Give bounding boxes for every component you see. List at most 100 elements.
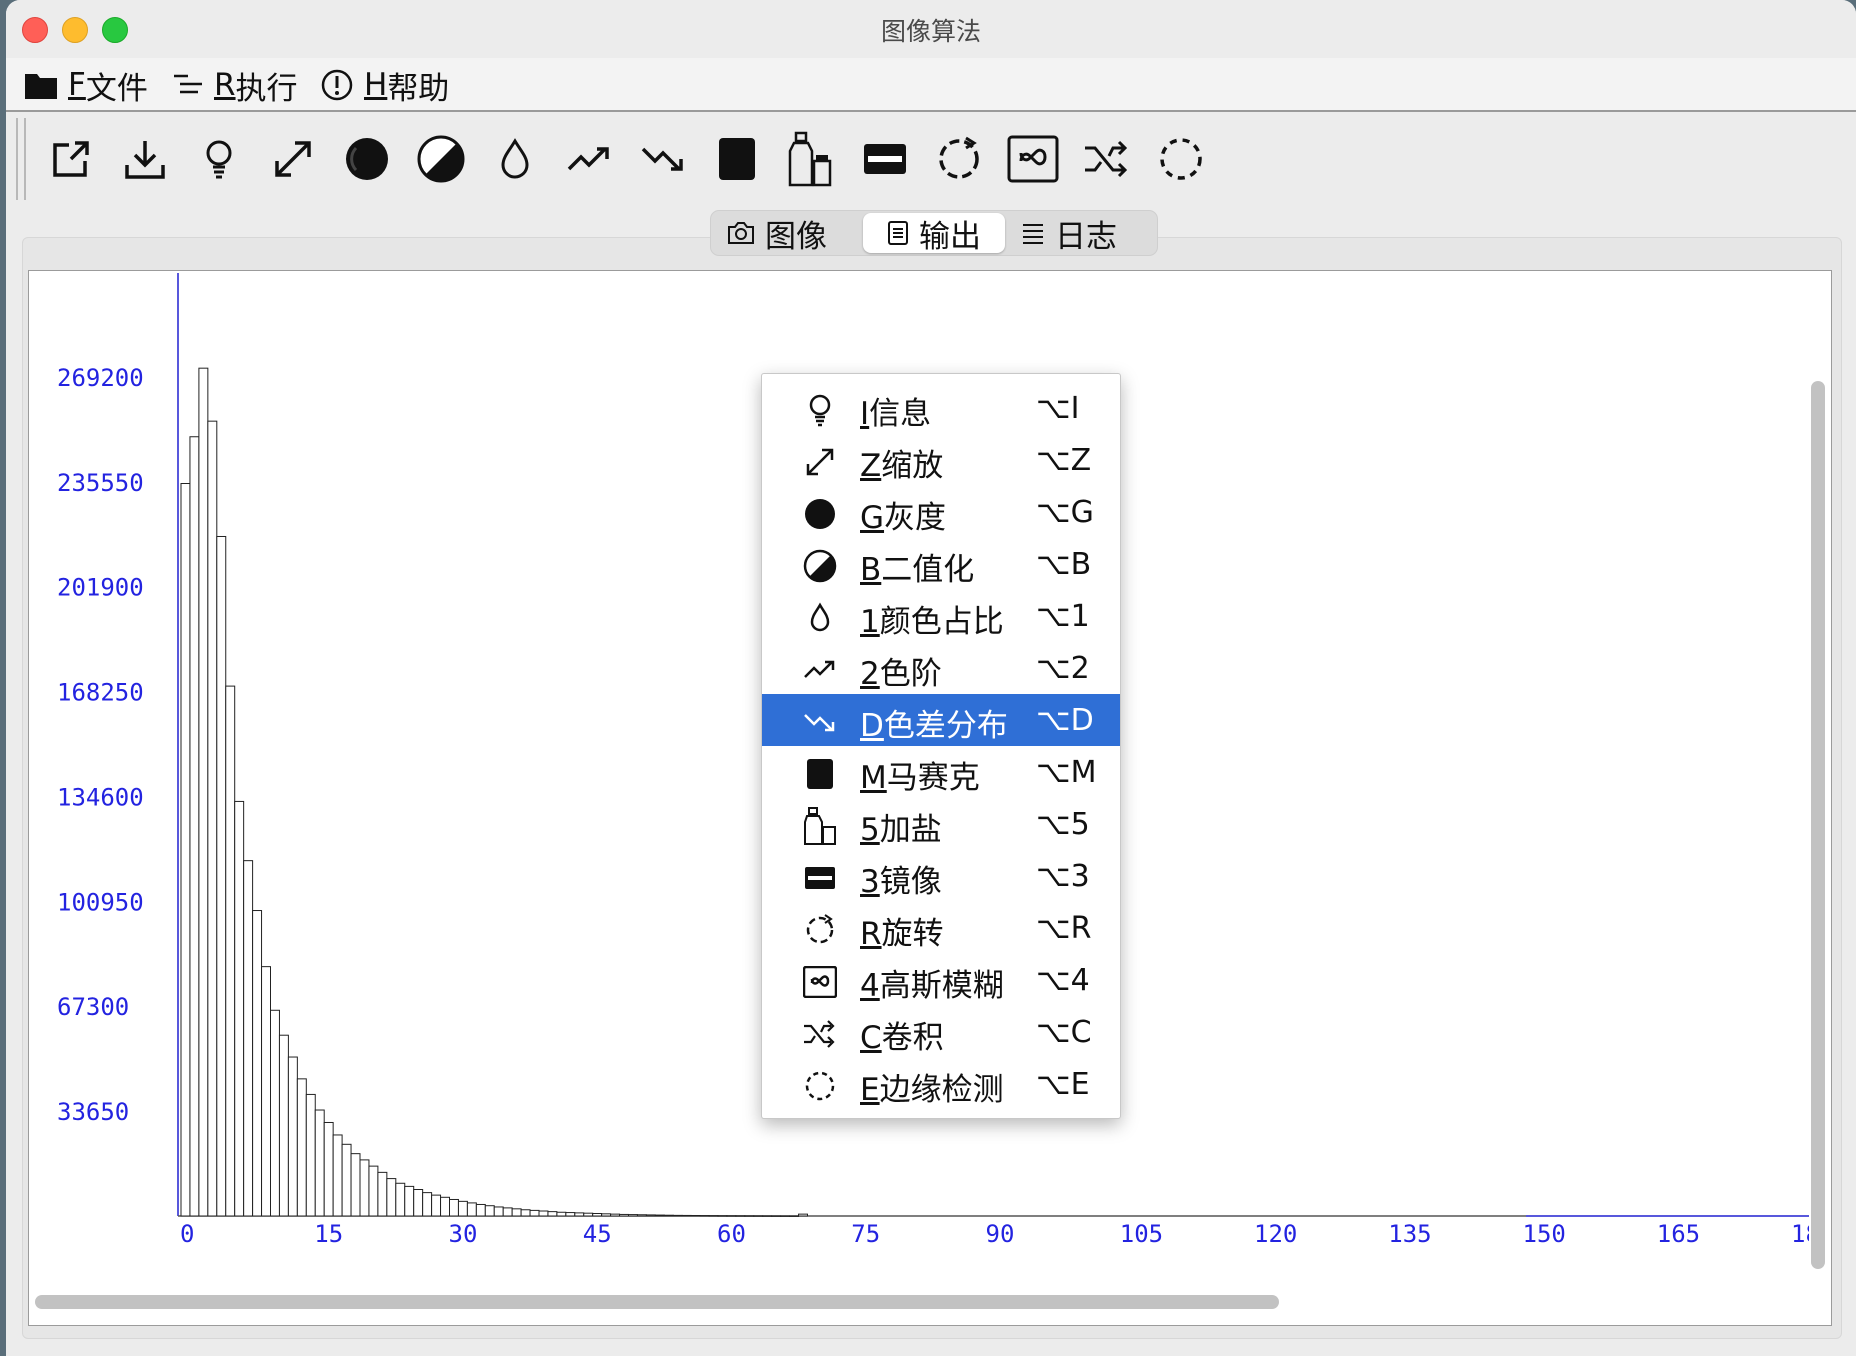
bulb-icon — [206, 140, 232, 179]
histogram-bar — [323, 1121, 334, 1217]
trend-up-icon — [567, 147, 609, 171]
menu-file[interactable]: F 文件 — [24, 66, 148, 107]
histogram-bar — [780, 1215, 791, 1217]
levels-button[interactable] — [560, 130, 618, 188]
color-ratio-button[interactable] — [486, 130, 544, 188]
resize-button[interactable] — [264, 130, 322, 188]
histogram-bar — [699, 1215, 710, 1217]
mirror-button[interactable] — [856, 130, 914, 188]
export-icon — [53, 141, 89, 177]
info-button[interactable] — [190, 130, 248, 188]
histogram-bar — [216, 535, 227, 1217]
export-button[interactable] — [42, 130, 100, 188]
menu-run-label: 执行 — [235, 70, 298, 107]
vertical-scrollbar[interactable] — [1811, 381, 1825, 1269]
resize-icon — [275, 141, 311, 177]
histogram-bar — [449, 1198, 459, 1217]
edge-detection-button[interactable] — [1152, 130, 1210, 188]
menu-item-8[interactable]: 5加盐 ⌥5 — [762, 798, 1120, 850]
y-tick-label: 168250 — [57, 679, 144, 707]
histogram-bar — [583, 1212, 594, 1217]
menu-item-label: 1颜色占比 — [860, 604, 1004, 640]
menu-item-11[interactable]: 4高斯模糊 ⌥4 — [762, 954, 1120, 1006]
mosaic-button[interactable] — [708, 130, 766, 188]
menu-item-5[interactable]: 2色阶 ⌥2 — [762, 642, 1120, 694]
histogram-bar — [386, 1178, 397, 1217]
histogram-bar — [234, 800, 245, 1217]
menu-item-9[interactable]: 3镜像 ⌥3 — [762, 850, 1120, 902]
histogram-bar — [341, 1143, 352, 1217]
menu-item-label: Z缩放 — [860, 448, 944, 484]
menu-item-shortcut: ⌥R — [1036, 911, 1092, 946]
menu-item-shortcut: ⌥4 — [1036, 963, 1090, 998]
y-tick-label: 33650 — [57, 1098, 129, 1126]
menu-item-4[interactable]: 1颜色占比 ⌥1 — [762, 590, 1120, 642]
folder-icon — [25, 74, 57, 99]
menu-item-shortcut: ⌥3 — [1036, 859, 1090, 894]
title-bar: 图像算法 — [6, 0, 1856, 59]
convolution-button[interactable] — [1078, 130, 1136, 188]
histogram-bar — [771, 1215, 782, 1217]
histogram-bar — [457, 1200, 468, 1217]
histogram-bar — [502, 1207, 513, 1217]
x-tick-label: 60 — [717, 1220, 746, 1248]
histogram-bar — [511, 1208, 522, 1217]
gaussian-blur-button[interactable] — [1004, 130, 1062, 188]
horizontal-scrollbar[interactable] — [35, 1295, 1279, 1309]
salt-icon — [788, 131, 832, 187]
histogram-bar — [547, 1211, 558, 1217]
menu-item-shortcut: ⌥D — [1036, 703, 1094, 738]
trend-down-icon — [641, 147, 683, 171]
histogram-bar — [225, 685, 236, 1217]
histogram-bar — [672, 1214, 683, 1217]
y-tick-label: 269200 — [57, 364, 144, 392]
histogram-bar — [404, 1185, 415, 1217]
download-button[interactable] — [116, 130, 174, 188]
rotate-button[interactable] — [930, 130, 988, 188]
menu-item-label: E边缘检测 — [860, 1072, 1004, 1108]
menu-item-3[interactable]: B二值化 ⌥B — [762, 538, 1120, 590]
menu-run[interactable]: R 执行 — [172, 66, 298, 107]
histogram-bar — [270, 1009, 280, 1217]
mirror-icon — [864, 144, 906, 174]
histogram-bar — [574, 1212, 585, 1217]
menu-item-2[interactable]: G灰度 ⌥G — [762, 486, 1120, 538]
tab-image[interactable]: 图像 — [727, 213, 857, 255]
menu-run-key: R — [214, 67, 236, 103]
half-circle-icon — [802, 548, 838, 584]
grayscale-button[interactable] — [338, 130, 396, 188]
menu-item-13[interactable]: E边缘检测 ⌥E — [762, 1058, 1120, 1110]
menu-item-shortcut: ⌥E — [1036, 1067, 1090, 1102]
color-diff-button[interactable] — [634, 130, 692, 188]
menu-item-6[interactable]: D色差分布 ⌥D — [762, 694, 1120, 746]
tab-log-label: 日志 — [1055, 218, 1117, 255]
menu-item-10[interactable]: R旋转 ⌥R — [762, 902, 1120, 954]
menu-item-shortcut: ⌥I — [1036, 391, 1080, 426]
histogram-bar — [717, 1215, 728, 1217]
x-tick-label: 135 — [1388, 1220, 1431, 1248]
histogram-bar — [350, 1153, 361, 1217]
half-circle-icon — [417, 135, 465, 183]
menu-item-12[interactable]: C卷积 ⌥C — [762, 1006, 1120, 1058]
tab-log[interactable]: 日志 — [1021, 213, 1151, 255]
trend-down-icon — [802, 704, 838, 740]
toolbar-grip[interactable] — [16, 118, 26, 200]
gray-circle-icon — [802, 496, 838, 532]
shuffle-icon — [1085, 140, 1128, 178]
menu-item-label: M马赛克 — [860, 760, 980, 796]
binarize-button[interactable] — [412, 130, 470, 188]
menu-file-label: 文件 — [85, 70, 148, 107]
salt-button[interactable] — [782, 130, 840, 188]
histogram-bar — [180, 483, 191, 1217]
menu-item-1[interactable]: Z缩放 ⌥Z — [762, 434, 1120, 486]
x-tick-label: 75 — [851, 1220, 880, 1248]
histogram-bar — [377, 1171, 388, 1217]
list-icon — [174, 74, 202, 94]
histogram-bar — [207, 420, 218, 1217]
salt-icon — [802, 807, 838, 845]
menu-item-label: 2色阶 — [860, 656, 942, 692]
menu-help[interactable]: H 帮助 — [320, 66, 449, 107]
menu-item-7[interactable]: M马赛克 ⌥M — [762, 746, 1120, 798]
tab-output[interactable]: 输出 — [863, 213, 1005, 255]
menu-item-0[interactable]: I信息 ⌥I — [762, 382, 1120, 434]
